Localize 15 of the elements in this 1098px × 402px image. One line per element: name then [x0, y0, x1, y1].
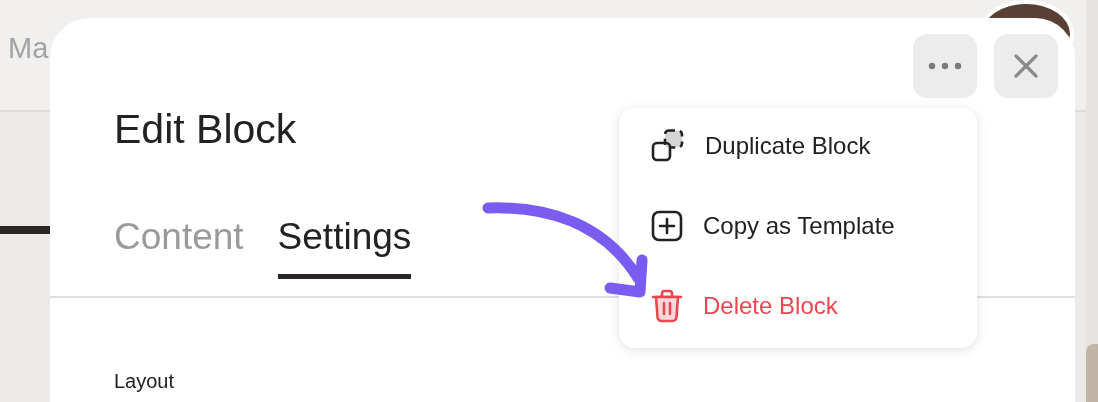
trash-icon	[651, 289, 683, 323]
more-button[interactable]	[913, 34, 977, 98]
add-icon	[651, 210, 683, 242]
menu-item[interactable]: Copy as Template	[651, 206, 977, 246]
duplicate-icon	[651, 129, 685, 163]
more-icon	[928, 62, 962, 70]
page-heading: Ma	[8, 32, 49, 64]
menu-item[interactable]: Delete Block	[651, 286, 977, 326]
menu-item[interactable]: Duplicate Block	[651, 126, 977, 166]
tab[interactable]: Settings	[277, 216, 412, 279]
section-label: Layout	[114, 370, 175, 393]
modal-title: Edit Block	[114, 106, 297, 153]
close-button[interactable]	[994, 34, 1058, 98]
close-icon	[1014, 54, 1038, 78]
side-chip	[1086, 344, 1098, 402]
